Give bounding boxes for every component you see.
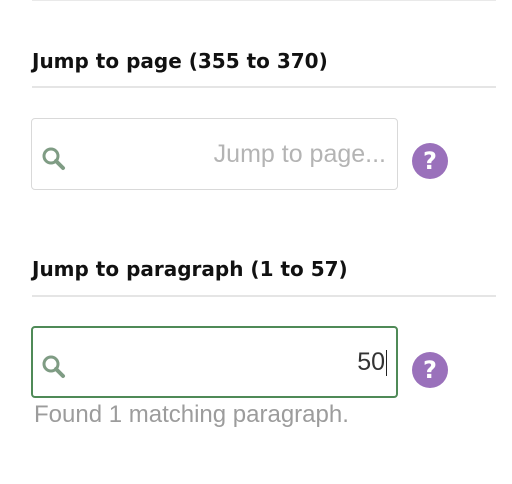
- jump-to-page-heading: Jump to page (355 to 370): [32, 49, 328, 73]
- help-icon[interactable]: ?: [412, 352, 448, 388]
- search-icon: [42, 147, 65, 170]
- match-status-text: Found 1 matching paragraph.: [34, 401, 349, 428]
- jump-to-page-input[interactable]: [80, 119, 386, 189]
- help-icon[interactable]: ?: [412, 143, 448, 179]
- text-caret: [386, 350, 387, 376]
- jump-to-page-search-box[interactable]: [31, 118, 398, 190]
- jump-to-page-divider: [32, 86, 496, 88]
- jump-to-paragraph-input[interactable]: [80, 328, 385, 396]
- jump-to-paragraph-heading: Jump to paragraph (1 to 57): [32, 257, 348, 281]
- top-divider: [32, 0, 496, 1]
- jump-to-paragraph-search-box[interactable]: [31, 326, 398, 398]
- jump-to-paragraph-divider: [32, 295, 496, 297]
- search-icon: [42, 355, 65, 378]
